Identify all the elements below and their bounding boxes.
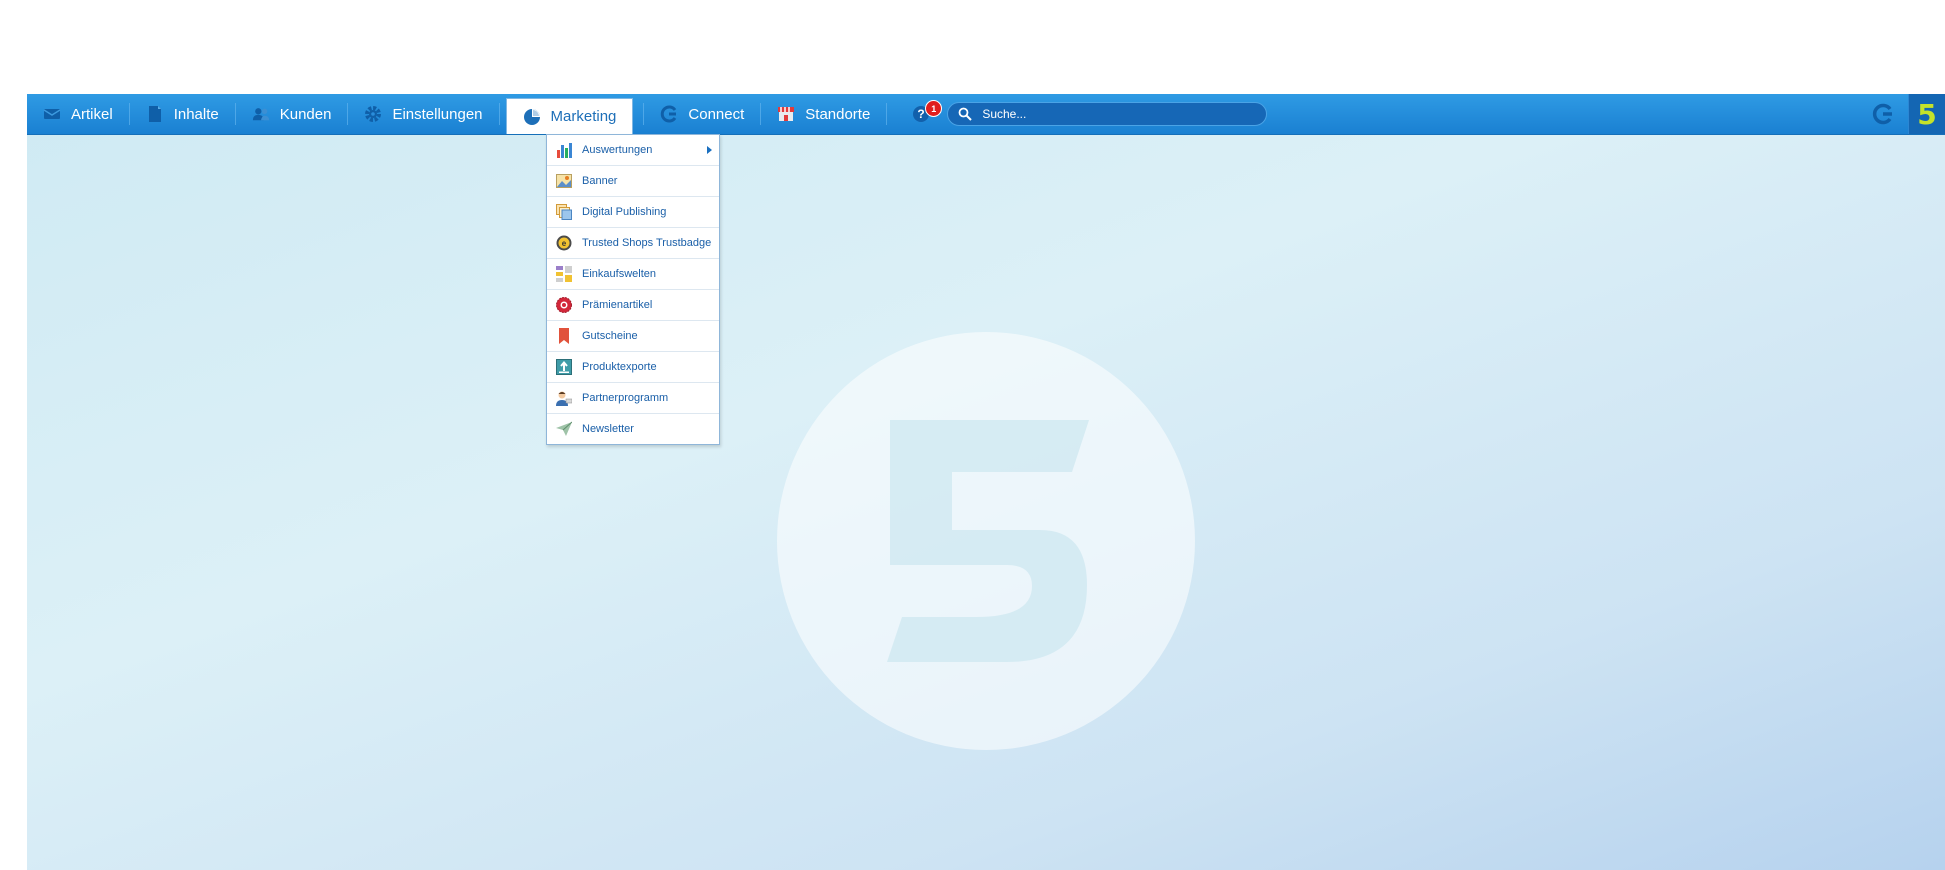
- connect-icon: [1872, 103, 1892, 125]
- nav-separator: [498, 103, 500, 125]
- nav-item-kunden[interactable]: Kunden: [236, 94, 348, 134]
- pie-chart-icon: [523, 108, 541, 126]
- marketing-dropdown-menu: Auswertungen Banner Digital Publishing e…: [546, 134, 720, 445]
- menu-item-label: Einkaufswelten: [582, 268, 656, 280]
- menu-item-label: Digital Publishing: [582, 206, 667, 218]
- nav-item-artikel[interactable]: Artikel: [27, 94, 129, 134]
- document-icon: [146, 105, 164, 123]
- nav-item-inhalte[interactable]: Inhalte: [130, 94, 235, 134]
- connect-shortcut-button[interactable]: [1870, 101, 1896, 127]
- nav-item-label: Standorte: [805, 105, 871, 123]
- nav-item-label: Artikel: [71, 105, 113, 123]
- menu-item-newsletter[interactable]: Newsletter: [547, 414, 719, 444]
- premium-badge-icon: [556, 297, 572, 313]
- svg-text:?: ?: [918, 107, 925, 121]
- menu-item-gutscheine[interactable]: Gutscheine: [547, 321, 719, 352]
- envelope-icon: [43, 105, 61, 123]
- trustbadge-icon: e: [556, 235, 572, 251]
- nav-item-label: Connect: [688, 105, 745, 123]
- menu-item-label: Banner: [582, 175, 618, 187]
- topbar-right-area: 5: [1870, 94, 1945, 134]
- bookmark-icon: [556, 328, 572, 344]
- menu-item-label: Newsletter: [582, 423, 634, 435]
- main-navigation-bar: Artikel Inhalte Kunden Einstellungen Mar…: [27, 94, 1945, 135]
- shopware-watermark-logo: [777, 332, 1195, 750]
- menu-item-digital-publishing[interactable]: Digital Publishing: [547, 197, 719, 228]
- store-icon: [777, 105, 795, 123]
- gear-icon: [364, 105, 382, 123]
- nav-item-standorte[interactable]: Standorte: [761, 94, 886, 134]
- nav-item-label: Inhalte: [173, 105, 219, 123]
- nav-item-connect[interactable]: Connect: [644, 94, 760, 134]
- users-icon: [252, 105, 270, 123]
- shopware-logo[interactable]: 5: [1908, 94, 1945, 134]
- paper-plane-icon: [556, 421, 572, 437]
- menu-item-einkaufswelten[interactable]: Einkaufswelten: [547, 259, 719, 290]
- notification-badge: 1: [925, 100, 943, 117]
- nav-item-label: Kunden: [279, 105, 332, 123]
- menu-item-label: Produktexporte: [582, 361, 657, 373]
- svg-text:e: e: [562, 239, 567, 248]
- menu-item-label: Prämienartikel: [582, 299, 653, 311]
- menu-item-banner[interactable]: Banner: [547, 166, 719, 197]
- nav-item-marketing[interactable]: Marketing: [505, 98, 634, 134]
- nav-item-label: Marketing: [550, 108, 617, 125]
- search-box[interactable]: [947, 102, 1268, 126]
- menu-item-partnerprogramm[interactable]: Partnerprogramm: [547, 383, 719, 414]
- nav-separator: [886, 103, 888, 125]
- publishing-icon: [556, 204, 572, 220]
- bar-chart-icon: [556, 142, 572, 158]
- search-input[interactable]: [980, 106, 1255, 122]
- menu-item-trusted-shops[interactable]: e Trusted Shops Trustbadge: [547, 228, 719, 259]
- search-icon: [958, 107, 973, 121]
- menu-item-label: Trusted Shops Trustbadge: [582, 237, 712, 249]
- connect-icon: [660, 105, 678, 123]
- menu-item-label: Partnerprogramm: [582, 392, 669, 404]
- partner-icon: [556, 390, 572, 406]
- nav-item-einstellungen[interactable]: Einstellungen: [348, 94, 498, 134]
- export-icon: [556, 359, 572, 375]
- image-icon: [556, 173, 572, 189]
- nav-item-label: Einstellungen: [392, 105, 483, 123]
- backend-window: Artikel Inhalte Kunden Einstellungen Mar…: [27, 94, 1945, 870]
- grid-icon: [556, 266, 572, 282]
- menu-item-auswertungen[interactable]: Auswertungen: [547, 135, 719, 166]
- menu-item-label: Gutscheine: [582, 330, 638, 342]
- menu-item-praemienartikel[interactable]: Prämienartikel: [547, 290, 719, 321]
- submenu-arrow-icon: [707, 146, 712, 154]
- menu-item-produktexporte[interactable]: Produktexporte: [547, 352, 719, 383]
- help-button[interactable]: ? 1: [901, 94, 943, 134]
- menu-item-label: Auswertungen: [582, 144, 653, 156]
